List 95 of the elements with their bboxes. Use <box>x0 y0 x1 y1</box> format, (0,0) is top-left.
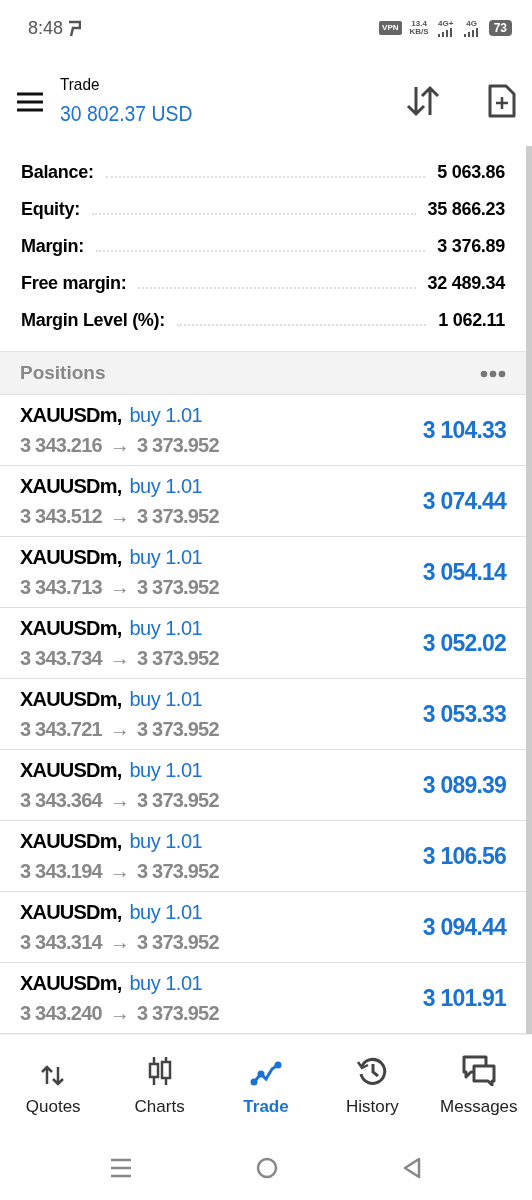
recent-apps-icon[interactable] <box>110 1158 132 1178</box>
price-arrow: → <box>109 788 129 813</box>
notification-icon <box>67 19 82 37</box>
current-price: 3 373.952 <box>137 1001 219 1026</box>
network-type: 4G <box>466 19 477 28</box>
current-price: 3 373.952 <box>137 575 219 600</box>
current-price: 3 373.952 <box>137 433 219 458</box>
section-title: Positions <box>20 360 106 385</box>
position-symbol: XAUUSDm, <box>20 545 122 570</box>
chat-bubbles-icon <box>460 1053 497 1086</box>
open-price: 3 343.240 <box>20 1001 102 1026</box>
summary-label: Equity: <box>21 198 80 221</box>
current-price: 3 373.952 <box>137 930 219 955</box>
current-price: 3 373.952 <box>137 859 219 884</box>
account-balance: 30 802.37 USD <box>60 100 193 129</box>
price-arrow: → <box>109 433 129 458</box>
position-symbol: XAUUSDm, <box>20 971 122 996</box>
position-order: buy 1.01 <box>129 971 203 996</box>
summary-value: 32 489.34 <box>427 272 505 295</box>
current-price: 3 373.952 <box>137 504 219 529</box>
open-price: 3 343.314 <box>20 930 102 955</box>
position-profit: 3 053.33 <box>422 699 506 729</box>
price-arrow: → <box>109 646 129 671</box>
history-icon <box>356 1055 389 1086</box>
price-arrow: → <box>109 1001 129 1026</box>
position-profit: 3 054.14 <box>422 557 506 587</box>
position-symbol: XAUUSDm, <box>20 758 122 783</box>
nav-tab[interactable]: Trade <box>212 1051 320 1120</box>
price-arrow: → <box>109 504 129 529</box>
menu-icon <box>16 90 44 113</box>
page-title: Trade <box>60 73 101 96</box>
open-price: 3 343.512 <box>20 504 102 529</box>
summary-label: Free margin: <box>21 272 127 295</box>
position-order: buy 1.01 <box>129 900 203 925</box>
summary-value: 3 376.89 <box>437 235 505 258</box>
network-type: 4G+ <box>437 19 454 28</box>
sort-icon <box>406 85 440 117</box>
back-icon[interactable] <box>402 1157 422 1179</box>
summary-value: 1 062.11 <box>438 309 505 332</box>
position-symbol: XAUUSDm, <box>20 474 122 499</box>
position-order: buy 1.01 <box>129 545 203 570</box>
new-order-button[interactable] <box>488 84 516 118</box>
price-arrow: → <box>109 859 129 884</box>
summary-label: Balance: <box>21 161 94 184</box>
vpn-badge: VPN <box>379 21 402 35</box>
position-symbol: XAUUSDm, <box>20 687 122 712</box>
nav-tab[interactable]: Quotes <box>0 1051 107 1120</box>
summary-value: 5 063.86 <box>437 161 505 184</box>
position-profit: 3 101.91 <box>422 983 506 1013</box>
position-order: buy 1.01 <box>129 474 203 499</box>
position-symbol: XAUUSDm, <box>20 900 122 925</box>
current-price: 3 373.952 <box>137 788 219 813</box>
open-price: 3 343.734 <box>20 646 102 671</box>
open-price: 3 343.364 <box>20 788 102 813</box>
line-chart-icon <box>250 1059 282 1086</box>
position-order: buy 1.01 <box>129 687 203 712</box>
battery-level: 73 <box>488 20 512 36</box>
position-profit: 3 089.39 <box>422 770 506 800</box>
candlestick-icon <box>146 1055 173 1086</box>
position-order: buy 1.01 <box>129 403 203 428</box>
price-arrow: → <box>109 717 129 742</box>
new-document-icon <box>488 84 516 118</box>
nav-tab[interactable]: Messages <box>425 1051 532 1120</box>
status-time: 8:48 <box>28 16 64 40</box>
position-profit: 3 104.33 <box>422 415 506 445</box>
open-price: 3 343.216 <box>20 433 102 458</box>
position-profit: 3 106.56 <box>422 841 506 871</box>
position-profit: 3 074.44 <box>422 486 506 516</box>
summary-value: 35 866.23 <box>427 198 505 221</box>
position-profit: 3 094.44 <box>422 912 506 942</box>
open-price: 3 343.713 <box>20 575 102 600</box>
position-symbol: XAUUSDm, <box>20 829 122 854</box>
summary-label: Margin Level (%): <box>21 309 165 332</box>
home-icon[interactable] <box>256 1157 278 1179</box>
signal-icon <box>436 27 455 37</box>
open-price: 3 343.721 <box>20 717 102 742</box>
price-arrow: → <box>109 930 129 955</box>
network-speed: 13.4 KB/S <box>409 20 429 36</box>
sort-button[interactable] <box>406 85 440 117</box>
position-order: buy 1.01 <box>129 758 203 783</box>
more-icon <box>480 369 506 378</box>
position-order: buy 1.01 <box>129 829 203 854</box>
nav-tab[interactable]: History <box>319 1051 426 1120</box>
nav-tab[interactable]: Charts <box>106 1051 213 1120</box>
position-symbol: XAUUSDm, <box>20 403 122 428</box>
position-order: buy 1.01 <box>129 616 203 641</box>
position-symbol: XAUUSDm, <box>20 616 122 641</box>
current-price: 3 373.952 <box>137 646 219 671</box>
up-down-arrows-icon <box>41 1063 66 1086</box>
position-profit: 3 052.02 <box>422 628 506 658</box>
summary-label: Margin: <box>21 235 84 258</box>
signal-icon <box>462 27 481 37</box>
open-price: 3 343.194 <box>20 859 102 884</box>
current-price: 3 373.952 <box>137 717 219 742</box>
price-arrow: → <box>109 575 129 600</box>
